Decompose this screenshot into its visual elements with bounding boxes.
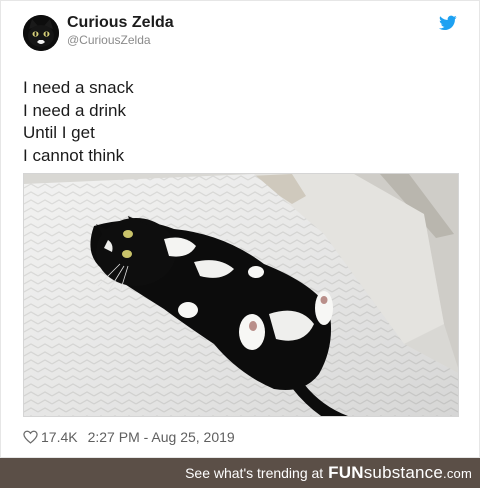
user-handle[interactable]: @CuriousZelda (67, 33, 151, 47)
brand-bold: FUN (328, 463, 364, 482)
cat-face-icon (23, 15, 59, 51)
tweet-timestamp[interactable]: 2:27 PM - Aug 25, 2019 (88, 429, 235, 445)
heart-icon[interactable] (23, 430, 38, 444)
brand-tld: .com (443, 466, 472, 481)
brand-rest: substance (363, 463, 444, 482)
funsubstance-logo[interactable]: FUNsubstance.com (328, 463, 472, 483)
twitter-bird-icon[interactable] (439, 15, 457, 31)
tweet-line: I cannot think (23, 145, 125, 165)
tweet-text: I need a snack I need a drink Until I ge… (23, 77, 134, 167)
like-count[interactable]: 17.4K (41, 429, 78, 445)
trending-text: See what's trending at (185, 465, 324, 481)
cat-on-bed-illustration (24, 174, 458, 416)
tweet-line: I need a snack (23, 78, 134, 97)
tweet-line: Until I get (23, 123, 95, 142)
site-footer-banner[interactable]: See what's trending at FUNsubstance.com (0, 458, 480, 488)
tweet-card: Curious Zelda @CuriousZelda I need a sna… (0, 0, 480, 458)
tweet-line: I need a drink (23, 100, 127, 120)
tweet-meta: 17.4K 2:27 PM - Aug 25, 2019 (23, 428, 235, 446)
avatar[interactable] (23, 15, 59, 51)
tuxedo-cat-photo[interactable] (23, 173, 459, 417)
display-name[interactable]: Curious Zelda (67, 14, 174, 32)
